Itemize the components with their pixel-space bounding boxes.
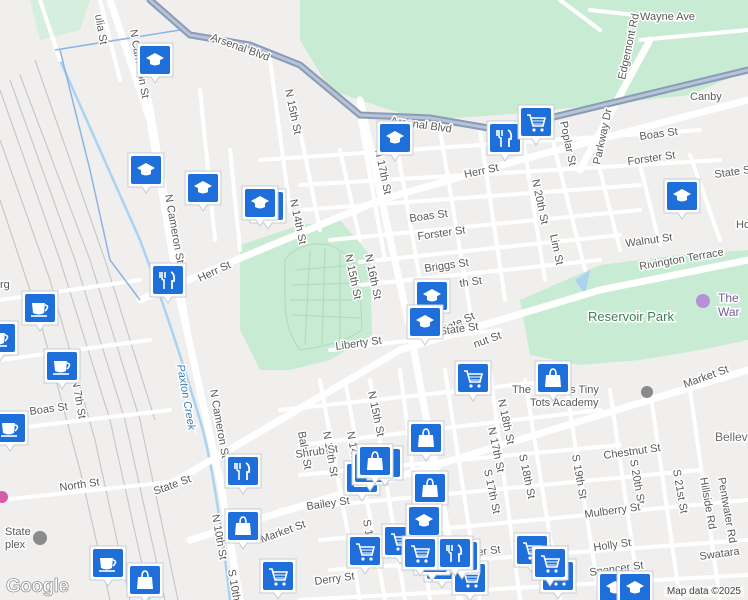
map-marker-restaurant[interactable] <box>224 453 262 495</box>
street-label: N 15th St <box>282 88 303 135</box>
map-marker-grocery[interactable] <box>401 535 439 577</box>
street-label: S 20th St <box>627 458 647 505</box>
map-marker-cafe[interactable] <box>0 320 19 362</box>
map-marker-restaurant[interactable] <box>149 262 187 304</box>
map-marker-school[interactable] <box>616 570 654 600</box>
street-label: Boas St <box>409 208 449 225</box>
street-label: Canby <box>690 91 722 103</box>
street-label: S 19th St <box>569 453 589 500</box>
street-label: Derry St <box>314 570 356 587</box>
street-label: Holly St <box>593 537 632 554</box>
state-complex-poi[interactable]: State plex <box>4 525 47 553</box>
street-label: rg <box>0 279 10 291</box>
poi-label-line2: War <box>718 305 740 319</box>
street-label: Market St <box>259 518 307 545</box>
street-label: Mulberry St <box>584 501 641 521</box>
street-label: Wayne Ave <box>640 11 695 23</box>
map-marker-shopping[interactable] <box>356 443 394 485</box>
map-marker-cafe[interactable] <box>89 545 127 587</box>
street-label: Lim St <box>547 233 565 266</box>
map-marker-school[interactable] <box>376 120 414 162</box>
map-marker-shopping[interactable] <box>224 508 262 550</box>
street-label: Pentwater Rd <box>715 476 738 544</box>
map-marker-cafe[interactable] <box>21 290 59 332</box>
reservoir-park-label[interactable]: Reservoir Park <box>587 308 676 326</box>
map-marker-grocery[interactable] <box>531 545 569 587</box>
street-label: S 10th St <box>225 568 245 600</box>
map-marker-grocery[interactable] <box>259 558 297 600</box>
museum-icon <box>696 294 710 308</box>
street-label: Herr St <box>196 259 233 285</box>
map-canvas[interactable]: Arsenal BlvdArsenal BlvdWayne AveEdgemon… <box>0 0 748 600</box>
academy-label-line2: Tots Academy <box>530 397 599 409</box>
map-marker-shopping[interactable] <box>534 360 572 402</box>
street-label: Market St <box>682 363 730 390</box>
street-label: State St <box>152 473 193 498</box>
map-marker-school[interactable] <box>127 152 165 194</box>
street-label: th St <box>459 275 483 290</box>
map-marker-school[interactable] <box>136 42 174 84</box>
google-logo: Google <box>6 576 70 598</box>
complex-label-line2: plex <box>5 539 26 551</box>
street-label: Herr St <box>463 162 500 181</box>
map-marker-school[interactable] <box>663 178 701 220</box>
street-label: Walnut St <box>625 232 673 250</box>
street-label: Ho <box>736 219 748 231</box>
street-label: State St <box>714 164 748 181</box>
map-marker-grocery[interactable] <box>454 360 492 402</box>
map-marker-grocery[interactable] <box>346 533 384 575</box>
map-marker-restaurant[interactable] <box>436 535 474 577</box>
street-label: Boas St <box>29 401 69 418</box>
map-marker-shopping[interactable] <box>407 420 445 462</box>
poi-label-line1: The <box>718 291 739 305</box>
map-attribution[interactable]: Map data ©2025 <box>663 586 744 597</box>
pin-icon <box>641 386 653 398</box>
street-label: N 7th St <box>69 378 88 419</box>
map-marker-school[interactable] <box>184 170 222 212</box>
map-marker-shopping[interactable] <box>126 562 164 600</box>
complex-label-line1: State <box>5 526 31 538</box>
street-label: S 18th St <box>516 453 537 500</box>
map-marker-grocery[interactable] <box>517 104 555 146</box>
bellevue-label: Bellev <box>715 430 748 444</box>
map-marker-school[interactable] <box>406 304 444 346</box>
street-label: Swatara <box>699 545 742 563</box>
park-small <box>30 0 90 40</box>
map-marker-school[interactable] <box>241 185 279 227</box>
map-marker-cafe[interactable] <box>43 348 81 390</box>
map-marker-cafe[interactable] <box>0 410 29 452</box>
government-icon <box>33 531 47 545</box>
